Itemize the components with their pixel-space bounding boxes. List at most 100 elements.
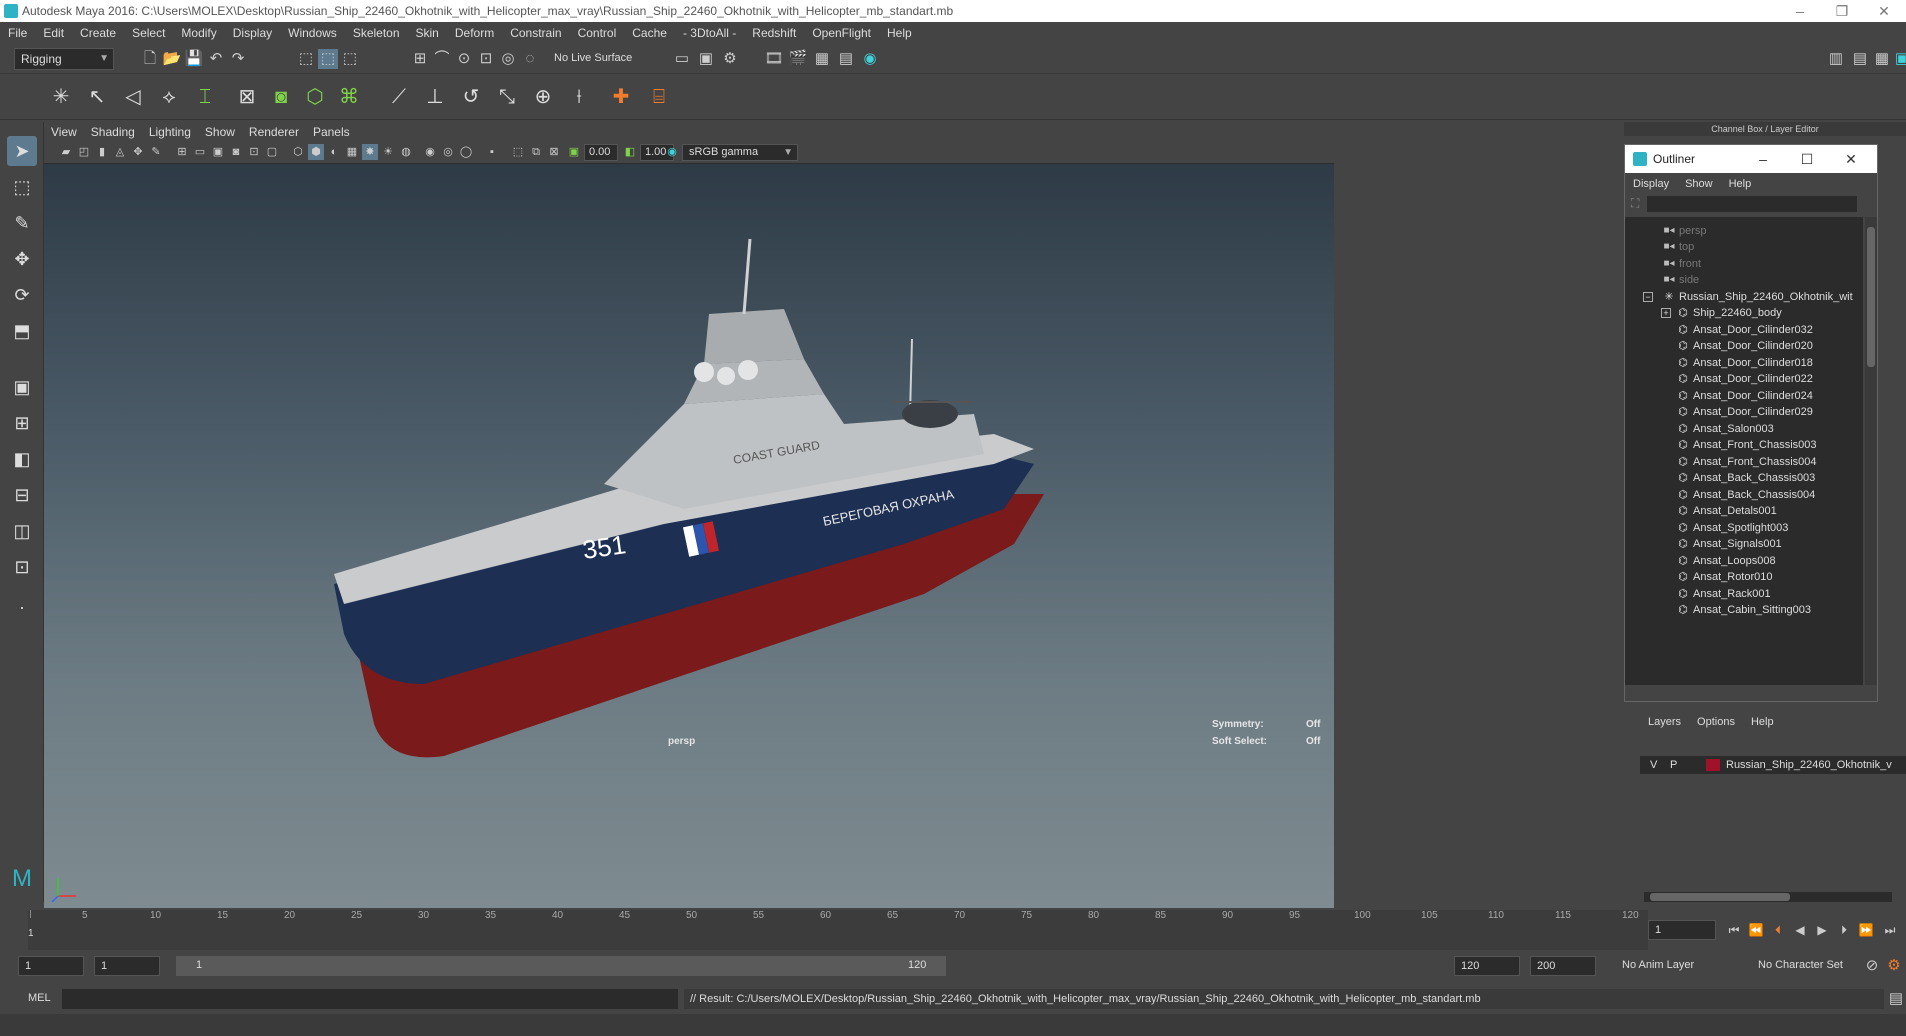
play-forward-icon[interactable]: ▶ bbox=[1812, 920, 1832, 940]
parent-constraint-icon[interactable]: ⟋ bbox=[384, 82, 414, 112]
move-tool-icon[interactable]: ✥ bbox=[7, 244, 37, 274]
menu-create[interactable]: Create bbox=[72, 22, 124, 44]
panel-menu-show[interactable]: Show bbox=[198, 122, 242, 142]
collapse-icon[interactable]: − bbox=[1643, 292, 1653, 302]
restore-button[interactable]: ❐ bbox=[1822, 0, 1862, 22]
time-slider[interactable]: 1 5 10 15 20 25 30 35 40 45 50 55 60 65 … bbox=[0, 910, 1906, 950]
live-surface-label[interactable]: No Live Surface bbox=[554, 52, 632, 64]
smooth-shade-icon[interactable]: ⬢ bbox=[308, 144, 324, 160]
snap-grid-icon[interactable]: ⊞ bbox=[410, 49, 430, 69]
minimize-button[interactable]: – bbox=[1780, 0, 1820, 22]
gate-mask-icon[interactable]: ◙ bbox=[228, 144, 244, 160]
current-frame-field[interactable]: 1 bbox=[1648, 920, 1716, 940]
two-d-pan-icon[interactable]: ✥ bbox=[130, 144, 146, 160]
filter-icon[interactable]: ⛶ bbox=[1631, 196, 1639, 211]
attribute-editor-icon[interactable]: ▤ bbox=[1850, 49, 1870, 69]
select-hierarchy-icon[interactable]: ⬚ bbox=[296, 49, 316, 69]
film-gate-icon[interactable]: ▭ bbox=[192, 144, 208, 160]
snap-live-icon[interactable]: ◌ bbox=[520, 49, 540, 69]
redo-icon[interactable]: ↷ bbox=[228, 49, 248, 69]
menu-windows[interactable]: Windows bbox=[280, 22, 345, 44]
auto-key-icon[interactable]: ⊘ bbox=[1862, 956, 1882, 976]
gamma-icon[interactable]: ◧ bbox=[622, 144, 638, 160]
joint-tool-icon[interactable]: ✳ bbox=[46, 82, 76, 112]
playback-start-field[interactable]: 1 bbox=[94, 956, 160, 976]
orient-constraint-icon[interactable]: ↺ bbox=[456, 82, 486, 112]
grease-pencil-icon[interactable]: ✎ bbox=[148, 144, 164, 160]
cluster-icon[interactable]: ⊠ bbox=[232, 82, 262, 112]
new-scene-icon[interactable]: 🗋 bbox=[140, 49, 160, 69]
menu-redshift[interactable]: Redshift bbox=[744, 22, 804, 44]
menu-skeleton[interactable]: Skeleton bbox=[345, 22, 408, 44]
go-to-start-icon[interactable]: ⏮ bbox=[1724, 920, 1744, 940]
panel-menu-lighting[interactable]: Lighting bbox=[142, 122, 198, 142]
animation-start-field[interactable]: 1 bbox=[18, 956, 84, 976]
snap-curve-icon[interactable]: ⌒ bbox=[432, 49, 452, 69]
menu-display[interactable]: Display bbox=[225, 22, 280, 44]
outliner-scrollbar[interactable] bbox=[1865, 217, 1877, 685]
layer-scroll-thumb[interactable] bbox=[1650, 893, 1790, 901]
workspace-icon[interactable]: ▥ bbox=[1826, 49, 1846, 69]
exposure-icon[interactable]: ▣ bbox=[566, 144, 582, 160]
layer-playback-toggle[interactable]: P bbox=[1670, 756, 1677, 774]
rotate-tool-icon[interactable]: ⟳ bbox=[7, 280, 37, 310]
lasso-tool-icon[interactable]: ⬚ bbox=[7, 172, 37, 202]
paint-select-icon[interactable]: ✎ bbox=[7, 208, 37, 238]
camera-select-icon[interactable]: ▰ bbox=[58, 144, 74, 160]
layer-row[interactable]: V P Russian_Ship_22460_Okhotnik_v bbox=[1640, 756, 1906, 774]
preferences-icon[interactable]: ⚙ bbox=[1884, 956, 1904, 976]
menu-openflight[interactable]: OpenFlight bbox=[804, 22, 879, 44]
menu-help[interactable]: Help bbox=[879, 22, 920, 44]
layer-menu-help[interactable]: Help bbox=[1743, 716, 1782, 728]
menu-deform[interactable]: Deform bbox=[447, 22, 502, 44]
locator-icon[interactable]: ⌶ bbox=[190, 82, 220, 112]
menu-3dtoall[interactable]: - 3DtoAll - bbox=[675, 22, 744, 44]
lattice-icon[interactable]: ◙ bbox=[266, 82, 296, 112]
menu-edit[interactable]: Edit bbox=[35, 22, 72, 44]
bookmark-icon[interactable]: ▮ bbox=[94, 144, 110, 160]
scale-tool-icon[interactable]: ⬒ bbox=[7, 316, 37, 346]
single-view-icon[interactable]: ▣ bbox=[7, 372, 37, 402]
open-scene-icon[interactable]: 📂 bbox=[162, 49, 182, 69]
snap-point-icon[interactable]: ⊙ bbox=[454, 49, 474, 69]
step-back-key-icon[interactable]: ⏪ bbox=[1746, 920, 1766, 940]
blend-shape-icon[interactable]: ✚ bbox=[606, 82, 636, 112]
outliner-list[interactable]: ■◂ persp ■◂ top ■◂ front ■◂ side − ✳ Russian_S… bbox=[1625, 217, 1863, 685]
color-space-dropdown[interactable]: sRGB gamma ▼ bbox=[682, 144, 798, 161]
screen-space-ao-icon[interactable]: ◍ bbox=[398, 144, 414, 160]
persp-outliner-icon[interactable]: ◫ bbox=[7, 516, 37, 546]
outliner-minimize-button[interactable]: – bbox=[1745, 145, 1781, 173]
hypershade-layout-icon[interactable]: ⊡ bbox=[7, 552, 37, 582]
pole-vector-icon[interactable]: ⟊ bbox=[564, 82, 594, 112]
menu-skin[interactable]: Skin bbox=[408, 22, 447, 44]
menu-set-dropdown[interactable]: Rigging ▼ bbox=[14, 48, 114, 70]
resolution-gate-icon[interactable]: ▣ bbox=[210, 144, 226, 160]
exposure-field[interactable]: 0.00 bbox=[584, 144, 618, 161]
isolate-select-icon[interactable]: ⬚ bbox=[510, 144, 526, 160]
panel-menu-view[interactable]: View bbox=[44, 122, 84, 142]
image-plane-icon[interactable]: ◬ bbox=[112, 144, 128, 160]
shadows-icon[interactable]: ☀ bbox=[380, 144, 396, 160]
xray-icon[interactable]: ▪ bbox=[484, 144, 500, 160]
layer-color-swatch[interactable] bbox=[1706, 759, 1720, 771]
step-forward-key-icon[interactable]: ⏩ bbox=[1856, 920, 1876, 940]
select-object-icon[interactable]: ⬚ bbox=[318, 49, 338, 69]
viewport-persp[interactable]: COAST GUARD БЕРЕГОВАЯ ОХРАНА 351 persp S… bbox=[44, 164, 1334, 908]
character-set-dropdown[interactable]: No Character Set bbox=[1752, 956, 1862, 976]
snap-view-icon[interactable]: ⊡ bbox=[476, 49, 496, 69]
grid-icon[interactable]: ⊞ bbox=[174, 144, 190, 160]
outliner-scroll-thumb[interactable] bbox=[1867, 227, 1875, 367]
select-tool-icon[interactable]: ➤ bbox=[7, 136, 37, 166]
select-component-icon[interactable]: ⬚ bbox=[340, 49, 360, 69]
range-slider-bar[interactable]: 1 120 bbox=[176, 956, 946, 976]
playback-end-field[interactable]: 120 bbox=[1454, 956, 1520, 976]
set-driven-key-icon[interactable]: ⌸ bbox=[644, 82, 674, 112]
use-lights-icon[interactable]: ✸ bbox=[362, 144, 378, 160]
outliner-menu-help[interactable]: Help bbox=[1721, 178, 1760, 190]
input-ops-icon[interactable]: ▭ bbox=[672, 49, 692, 69]
aim-constraint-icon[interactable]: ⊕ bbox=[528, 82, 558, 112]
outliner-menu-show[interactable]: Show bbox=[1677, 178, 1721, 190]
close-button[interactable]: ✕ bbox=[1864, 0, 1904, 22]
command-input[interactable] bbox=[62, 989, 678, 1009]
go-to-end-icon[interactable]: ⏭ bbox=[1880, 920, 1900, 940]
